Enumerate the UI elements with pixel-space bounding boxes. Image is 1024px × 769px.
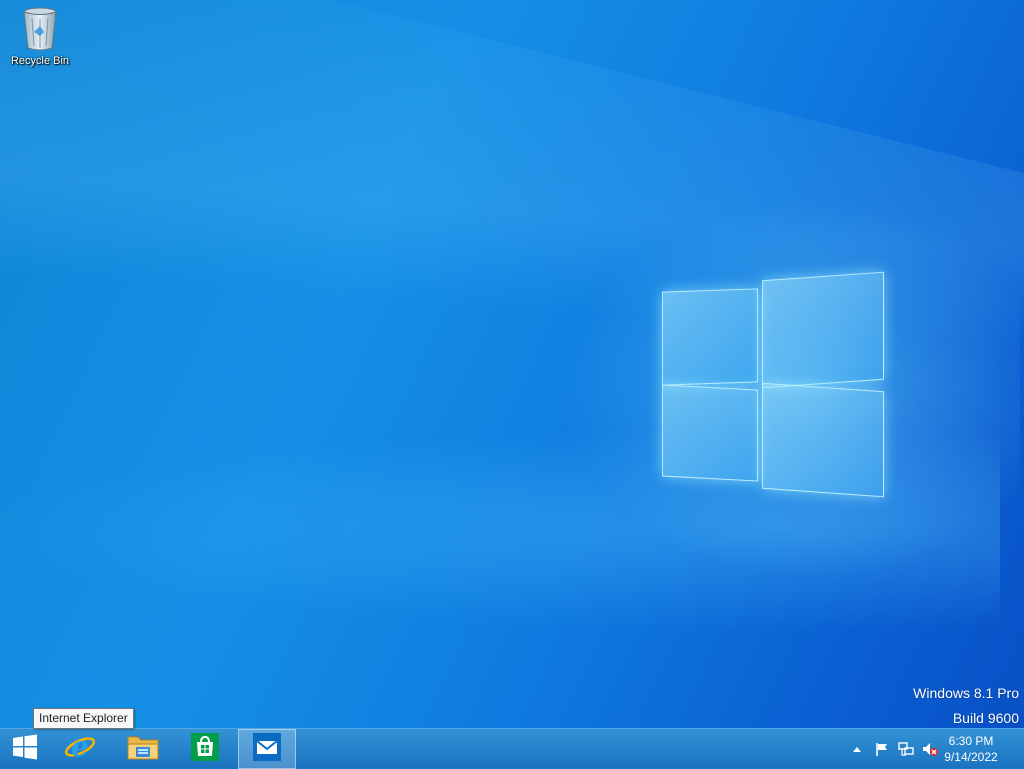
start-button[interactable]	[0, 729, 50, 769]
mail-icon	[252, 732, 282, 767]
clock-date: 9/14/2022	[944, 750, 998, 764]
internet-explorer-icon: e	[63, 730, 97, 769]
desktop-icon-recycle-bin[interactable]: Recycle Bin	[4, 6, 76, 67]
taskbar-mail-button[interactable]	[238, 729, 296, 769]
watermark-build: Build 9600	[952, 710, 1019, 726]
clock[interactable]: 6:30 PM 9/14/2022	[936, 733, 1006, 765]
desktop[interactable]: Recycle Bin Windows 8.1 Pro Build 9600	[0, 0, 1024, 728]
wallpaper-windows-logo	[660, 270, 890, 500]
svg-text:e: e	[71, 730, 89, 763]
network-icon[interactable]	[896, 739, 916, 759]
clock-time: 6:30 PM	[948, 734, 994, 748]
taskbar-internet-explorer-button[interactable]: e	[52, 729, 108, 769]
recycle-bin-label: Recycle Bin	[10, 55, 70, 67]
taskbar-file-explorer-button[interactable]	[115, 729, 171, 769]
show-hidden-icons-chevron[interactable]	[847, 739, 867, 759]
taskbar: e 6:30 PM 9/14/2022	[0, 728, 1024, 769]
windows-logo-icon	[12, 734, 38, 765]
store-icon	[190, 732, 220, 767]
action-center-flag-icon[interactable]	[872, 739, 892, 759]
taskbar-store-button[interactable]	[177, 729, 233, 769]
recycle-bin-icon	[20, 6, 60, 52]
tooltip: Internet Explorer	[33, 708, 134, 729]
watermark-edition: Windows 8.1 Pro	[913, 685, 1019, 701]
file-explorer-icon	[126, 732, 160, 767]
